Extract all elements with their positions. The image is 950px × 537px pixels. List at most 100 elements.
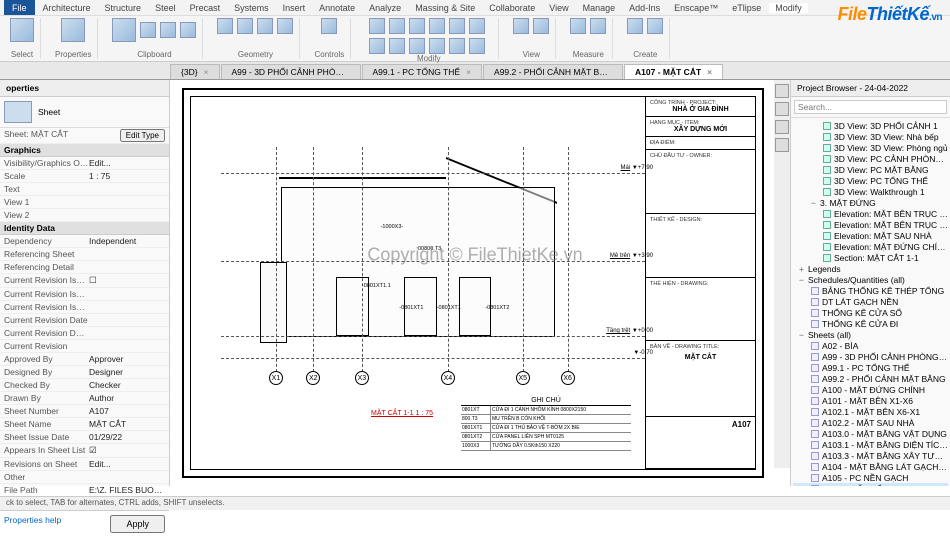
tree-item[interactable]: Elevation: MẶT ĐỨNG CHÍNH <box>793 241 948 252</box>
expand-icon[interactable]: − <box>811 198 820 208</box>
property-row[interactable]: Visibility/Graphics Overrid...Edit... <box>0 157 169 170</box>
activate-icon[interactable] <box>321 18 337 34</box>
tree-item[interactable]: A105 - PC NỀN GẠCH <box>793 472 948 483</box>
tree-item[interactable]: 3D View: PC TỔNG THỂ <box>793 175 948 186</box>
tree-item[interactable]: Section: MẶT CẮT 1-1 <box>793 252 948 263</box>
property-row[interactable]: Current Revision Issued By <box>0 288 169 301</box>
tree-item[interactable]: A101 - MẶT BÊN X1-X6 <box>793 395 948 406</box>
copy-icon[interactable] <box>160 22 176 38</box>
match-icon[interactable] <box>180 22 196 38</box>
cat-graphics[interactable]: Graphics <box>0 144 169 157</box>
ribbon-tab-enscape[interactable]: Enscape™ <box>668 3 724 13</box>
tree-item[interactable]: A107 - MẶT CẮT <box>793 483 948 486</box>
tree-item[interactable]: Elevation: MẶT BÊN TRỤC X6-X1 <box>793 219 948 230</box>
tree-item[interactable]: 3D View: PC CẢNH PHÒNG KHÁCH <box>793 153 948 164</box>
array-icon[interactable] <box>409 38 425 54</box>
edit-type-button[interactable]: Edit Type <box>120 129 165 142</box>
offset-icon[interactable] <box>389 18 405 34</box>
ribbon-tab-massingsite[interactable]: Massing & Site <box>409 3 481 13</box>
apply-button[interactable]: Apply <box>110 515 165 533</box>
join-icon[interactable] <box>257 18 273 34</box>
modify-icon[interactable] <box>10 18 34 42</box>
tree-item[interactable]: 3D View: 3D View: Phòng ngủ <box>793 142 948 153</box>
property-row[interactable]: Current Revision Issued To <box>0 301 169 314</box>
ribbon-tab-architecture[interactable]: Architecture <box>37 3 97 13</box>
tree-item[interactable]: 3D View: PC MẶT BẰNG <box>793 164 948 175</box>
paste-icon[interactable] <box>112 18 136 42</box>
delete-icon[interactable] <box>469 38 485 54</box>
property-row[interactable]: Sheet Issue Date01/29/22 <box>0 431 169 444</box>
measure-icon[interactable] <box>570 18 586 34</box>
property-row[interactable]: Sheet NumberA107 <box>0 405 169 418</box>
ribbon-tab-modify[interactable]: Modify <box>769 3 808 13</box>
tree-item[interactable]: 3D View: Walkthrough 1 <box>793 186 948 197</box>
tree-item[interactable]: BẢNG THỐNG KÊ THÉP TỔNG <box>793 285 948 296</box>
property-row[interactable]: Designed ByDesigner <box>0 366 169 379</box>
split2-icon[interactable] <box>389 38 405 54</box>
document-tab[interactable]: A99.1 - PC TỔNG THỂ× <box>362 64 483 79</box>
nav-pan-icon[interactable] <box>775 120 789 134</box>
tree-item[interactable]: A103.0 - MẶT BẰNG VẬT DỤNG <box>793 428 948 439</box>
move-icon[interactable] <box>429 18 445 34</box>
property-row[interactable]: View 2 <box>0 209 169 222</box>
tree-item[interactable]: A103.1 - MẶT BẰNG DIỆN TÍCH SỬ DỤNG <box>793 439 948 450</box>
tree-item[interactable]: THỐNG KÊ CỬA ĐI <box>793 318 948 329</box>
property-row[interactable]: Current Revision Issued☐ <box>0 274 169 288</box>
document-tab[interactable]: A99.2 - PHỐI CẢNH MẶT BẰNG× <box>483 64 623 79</box>
pin-icon[interactable] <box>449 38 465 54</box>
align-icon[interactable] <box>369 18 385 34</box>
ribbon-tab-insert[interactable]: Insert <box>277 3 312 13</box>
tree-item[interactable]: +Legends <box>793 263 948 274</box>
file-tab[interactable]: File <box>4 0 35 15</box>
tree-item[interactable]: A99 - 3D PHỐI CẢNH PHÒNG KHÁCH <box>793 351 948 362</box>
copy2-icon[interactable] <box>449 18 465 34</box>
expand-icon[interactable]: − <box>799 330 808 340</box>
tree-item[interactable]: A102.1 - MẶT BÊN X6-X1 <box>793 406 948 417</box>
tree-item[interactable]: A02 - BÌA <box>793 340 948 351</box>
property-row[interactable]: Scale1 : 75 <box>0 170 169 183</box>
scale-icon[interactable] <box>429 38 445 54</box>
expand-icon[interactable]: − <box>799 275 808 285</box>
ribbon-tab-annotate[interactable]: Annotate <box>313 3 361 13</box>
close-tab-icon[interactable]: × <box>204 67 209 77</box>
cat-identity[interactable]: Identity Data <box>0 222 169 235</box>
property-row[interactable]: Text <box>0 183 169 196</box>
split-icon[interactable] <box>277 18 293 34</box>
tree-item[interactable]: A102.2 - MẶT SAU NHÀ <box>793 417 948 428</box>
ribbon-tab-etlipse[interactable]: eTlipse <box>726 3 767 13</box>
property-row[interactable]: Drawn ByAuthor <box>0 392 169 405</box>
property-row[interactable]: Appears In Sheet List☑ <box>0 444 169 458</box>
property-row[interactable]: DependencyIndependent <box>0 235 169 248</box>
tree-item[interactable]: A100 - MẶT ĐỨNG CHÍNH <box>793 384 948 395</box>
document-tab[interactable]: A107 - MẶT CẮT× <box>624 64 723 79</box>
dimension-icon[interactable] <box>590 18 606 34</box>
property-row[interactable]: Other <box>0 471 169 484</box>
ribbon-tab-structure[interactable]: Structure <box>99 3 148 13</box>
trim-icon[interactable] <box>369 38 385 54</box>
ribbon-tab-precast[interactable]: Precast <box>184 3 227 13</box>
property-row[interactable]: Approved ByApprover <box>0 353 169 366</box>
property-row[interactable]: Checked ByChecker <box>0 379 169 392</box>
tree-item[interactable]: −3. MẶT ĐỨNG <box>793 197 948 208</box>
document-tab[interactable]: {3D}× <box>170 64 220 79</box>
ribbon-tab-view[interactable]: View <box>543 3 574 13</box>
close-tab-icon[interactable]: × <box>466 67 471 77</box>
property-row[interactable]: Current Revision <box>0 340 169 353</box>
cut-icon[interactable] <box>140 22 156 38</box>
properties-help-link[interactable]: Properties help <box>4 515 110 533</box>
property-row[interactable]: View 1 <box>0 196 169 209</box>
ribbon-tab-collaborate[interactable]: Collaborate <box>483 3 541 13</box>
document-tab[interactable]: A99 - 3D PHỐI CẢNH PHÒNG KHÁ...× <box>221 64 361 79</box>
ribbon-tab-systems[interactable]: Systems <box>228 3 275 13</box>
ribbon-tab-analyze[interactable]: Analyze <box>363 3 407 13</box>
cope-icon[interactable] <box>217 18 233 34</box>
mirror-icon[interactable] <box>409 18 425 34</box>
nav-home-icon[interactable] <box>775 84 789 98</box>
ribbon-tab-steel[interactable]: Steel <box>149 3 182 13</box>
nav-zoom-icon[interactable] <box>775 138 789 152</box>
ribbon-tab-manage[interactable]: Manage <box>577 3 622 13</box>
type-selector[interactable]: Sheet <box>0 97 169 128</box>
nav-wheel-icon[interactable] <box>775 102 789 116</box>
group-icon[interactable] <box>647 18 663 34</box>
tree-item[interactable]: 3D View: 3D View: Nhà bếp <box>793 131 948 142</box>
